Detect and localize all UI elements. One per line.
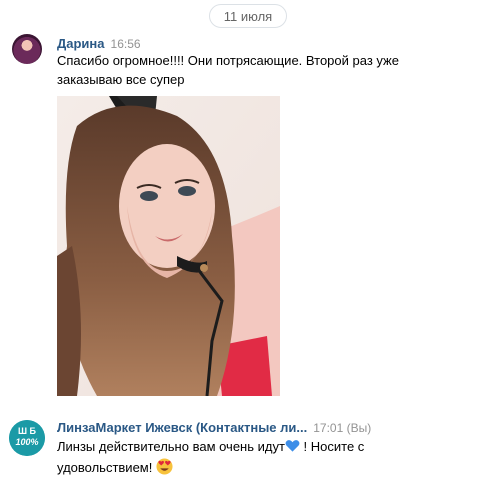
message-text: Спасибо огромное!!!! Они потрясающие. Вт… (57, 51, 417, 89)
heart-eyes-emoji-icon (156, 458, 173, 480)
message-time: 16:56 (110, 37, 141, 51)
message-text-part: ! Носите с (299, 439, 365, 454)
author-name[interactable]: Дарина (57, 36, 105, 51)
logo-percent: 100% (15, 437, 38, 447)
message-text-line: Линзы действительно вам очень идут ! Нос… (57, 437, 417, 458)
avatar[interactable] (12, 34, 42, 64)
message-text-part: удовольствием! (57, 460, 156, 475)
message-text-line: удовольствием! (57, 458, 417, 480)
logo-icon: Ш Б 100% (9, 420, 45, 456)
message-header: ЛинзаМаркет Ижевск (Контактные ли... 17:0… (57, 420, 371, 435)
message-text-line: Спасибо огромное!!!! Они потрясающие. Вт… (57, 53, 399, 68)
message-text-part: Линзы действительно вам очень идут (57, 439, 285, 454)
avatar-logo[interactable]: Ш Б 100% (9, 420, 45, 456)
message-text: Линзы действительно вам очень идут ! Нос… (57, 437, 417, 480)
date-separator: 11 июля (209, 4, 287, 28)
blue-heart-emoji-icon (285, 439, 300, 458)
photo-attachment[interactable] (57, 96, 280, 396)
message-text-line: заказываю все супер (57, 72, 185, 87)
author-name[interactable]: ЛинзаМаркет Ижевск (Контактные ли... (57, 420, 307, 435)
logo-letters: Ш Б (18, 426, 37, 436)
message-time: 17:01 (Вы) (313, 421, 372, 435)
message-header: Дарина 16:56 (57, 36, 141, 51)
photo-image (57, 96, 280, 396)
